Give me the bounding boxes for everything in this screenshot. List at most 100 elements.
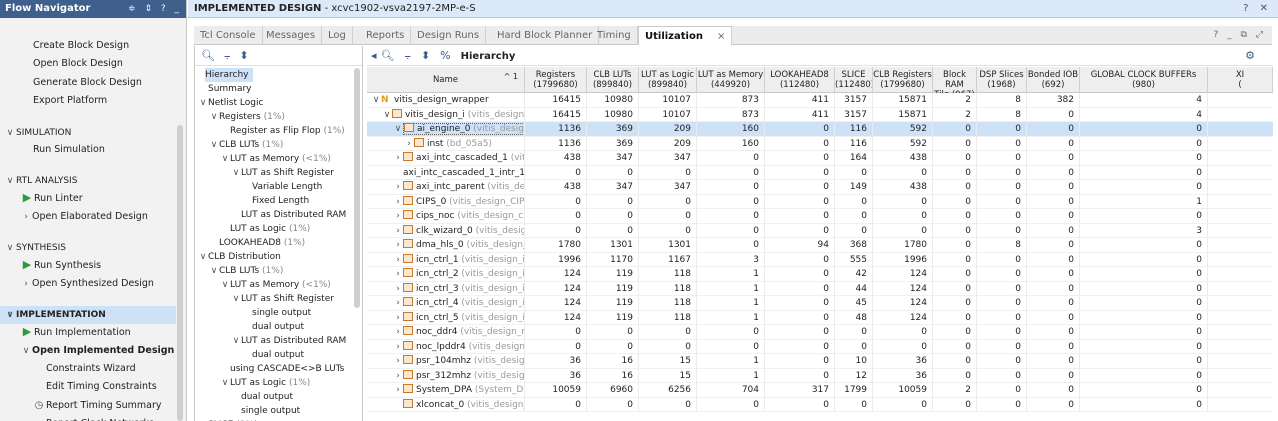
search-icon[interactable]: 🔍︎ bbox=[201, 49, 215, 62]
table-row[interactable]: › inst (bd_05a5) 1136 369 209 160 0 116 592 0 0 0 0 bbox=[367, 136, 1273, 152]
tab-tcl-console[interactable]: Tcl Console bbox=[194, 26, 263, 45]
table-row[interactable]: ›dma_hls_0 (vitis_design_d17801301130109… bbox=[367, 238, 1273, 253]
nav-item-create-block-design[interactable]: Create Block Design bbox=[0, 37, 176, 55]
chevron-down-icon[interactable]: ∨ bbox=[220, 152, 230, 166]
chevron-right-icon[interactable]: › bbox=[393, 238, 403, 253]
run-icon[interactable]: ▶ bbox=[20, 256, 34, 274]
gear-icon[interactable]: ⚙ bbox=[1245, 46, 1255, 66]
chevron-right-icon[interactable]: › bbox=[393, 267, 403, 282]
nav-item-edit-timing-constraints[interactable]: Edit Timing Constraints bbox=[0, 378, 176, 396]
tree-item[interactable]: ∨ LUT as Shift Register bbox=[231, 292, 334, 306]
chevron-right-icon[interactable]: › bbox=[393, 311, 403, 326]
nav-item-open-synthesized-design[interactable]: › Open Synthesized Design bbox=[0, 275, 176, 293]
chevron-right-icon[interactable]: › bbox=[393, 209, 403, 224]
chevron-down-icon[interactable]: ∨ bbox=[382, 108, 392, 123]
nav-section-implementation[interactable]: ∨ IMPLEMENTATION bbox=[0, 306, 176, 324]
chevron-right-icon[interactable]: › bbox=[393, 253, 403, 268]
nav-item-open-elaborated-design[interactable]: › Open Elaborated Design bbox=[0, 208, 176, 226]
chevron-down-icon[interactable]: ∨ bbox=[198, 96, 208, 110]
chevron-right-icon[interactable]: › bbox=[393, 354, 403, 369]
tab-timing[interactable]: Timing bbox=[591, 26, 638, 45]
chevron-down-icon[interactable]: ∨ bbox=[4, 172, 16, 190]
tree-item[interactable]: ∨ LUT as Memory (<1%) bbox=[220, 152, 331, 166]
chevron-down-icon[interactable]: ∨ bbox=[209, 110, 219, 124]
close-icon[interactable]: × bbox=[717, 31, 725, 42]
column-header[interactable]: LUT as Logic (899840) bbox=[639, 67, 697, 93]
table-row[interactable]: ›icn_ctrl_3 (vitis_design_icn12411911810… bbox=[367, 281, 1273, 297]
tree-item[interactable]: LOOKAHEAD8 (1%) bbox=[219, 236, 305, 250]
chevron-down-icon[interactable]: ∨ bbox=[231, 292, 241, 306]
table-row[interactable]: axi_intc_cascaded_1_intr_1 0 0 0 0 0 0 0 0 0 0 0 bbox=[367, 165, 1273, 180]
tree-item[interactable]: ∨ LUT as Shift Register bbox=[231, 166, 334, 180]
percent-icon[interactable]: % bbox=[440, 49, 450, 62]
flow-navigator-controls[interactable]: ≑ ⇕ ? _ bbox=[128, 0, 182, 18]
tree-item[interactable]: ∨ Netlist Logic bbox=[198, 96, 264, 110]
tree-item[interactable]: ∨ CLB Distribution bbox=[198, 250, 281, 264]
tree-item[interactable]: ∨ LUT as Logic (1%) bbox=[220, 376, 311, 390]
expand-all-icon[interactable]: ⬍ bbox=[239, 49, 248, 62]
tree-item[interactable]: ∨ Registers (1%) bbox=[209, 110, 285, 124]
nav-item-report-timing-summary[interactable]: ◷ Report Timing Summary bbox=[0, 397, 176, 415]
table-row[interactable]: ›System_DPA (System_DPA10059696062567043… bbox=[367, 383, 1273, 398]
table-row[interactable]: ›clk_wizard_0 (vitis_design_00000000003 bbox=[367, 223, 1273, 239]
tree-scrollbar[interactable] bbox=[354, 68, 360, 308]
chevron-down-icon[interactable]: ∨ bbox=[4, 124, 16, 142]
panel-title-controls[interactable]: ? ✕ bbox=[1243, 0, 1272, 18]
nav-item-generate-block-design[interactable]: Generate Block Design bbox=[0, 74, 176, 92]
tab-hard-block-planner[interactable]: Hard Block Planner bbox=[491, 26, 600, 45]
chevron-down-icon[interactable]: ∨ bbox=[20, 342, 32, 360]
tab-design-runs[interactable]: Design Runs bbox=[411, 26, 487, 45]
chevron-right-icon[interactable]: › bbox=[393, 325, 403, 340]
column-header[interactable]: LUT as Memory (449920) bbox=[697, 67, 765, 93]
table-row[interactable]: ∨ai_engine_0 (vitis_design_1136369209160… bbox=[367, 122, 1273, 137]
chevron-down-icon[interactable]: ∨ bbox=[231, 166, 241, 180]
table-row[interactable]: ›icn_ctrl_4 (vitis_design_icn12411911810… bbox=[367, 296, 1273, 311]
tree-item[interactable]: dual output bbox=[252, 320, 304, 334]
tab-messages[interactable]: Messages bbox=[260, 26, 323, 45]
chevron-down-icon[interactable]: ∨ bbox=[231, 334, 241, 348]
nav-item-run-linter[interactable]: ▶ Run Linter bbox=[0, 189, 176, 207]
table-row[interactable]: ›psr_312mhz (vitis_design_36161510123600… bbox=[367, 368, 1273, 383]
tree-item[interactable]: dual output bbox=[252, 348, 304, 362]
table-row[interactable]: ›psr_104mhz (vitis_design_36161510103600… bbox=[367, 354, 1273, 369]
table-row[interactable]: ∨ Nvitis_design_wrapper 16415 10980 10107 873… bbox=[367, 93, 1273, 108]
tree-item[interactable]: dual output bbox=[241, 390, 293, 404]
tab-log[interactable]: Log bbox=[322, 26, 353, 45]
collapse-all-icon[interactable]: ⨪ bbox=[405, 49, 411, 62]
column-header[interactable]: Block RAMTile (967) bbox=[933, 67, 977, 93]
nav-item-open-block-design[interactable]: Open Block Design bbox=[0, 55, 176, 73]
chevron-right-icon[interactable]: › bbox=[393, 296, 403, 311]
search-icon[interactable]: 🔍︎ bbox=[381, 49, 395, 62]
chevron-right-icon[interactable]: › bbox=[393, 224, 403, 239]
column-header[interactable]: Bonded IOB (692) bbox=[1027, 67, 1080, 93]
nav-section-simulation[interactable]: ∨ SIMULATION bbox=[0, 124, 176, 142]
table-row[interactable]: ›axi_intc_parent (vitis_desi438347347001… bbox=[367, 180, 1273, 195]
chevron-down-icon[interactable]: ∨ bbox=[198, 250, 208, 264]
column-header[interactable]: XI( bbox=[1208, 67, 1273, 93]
nav-section-synthesis[interactable]: ∨ SYNTHESIS bbox=[0, 239, 176, 257]
tree-item[interactable]: Hierarchy bbox=[205, 68, 253, 82]
table-row[interactable]: ›noc_lpddr4 (vitis_design_r00000000000 bbox=[367, 339, 1273, 354]
table-row[interactable]: ›noc_ddr4 (vitis_design_no00000000000 bbox=[367, 325, 1273, 340]
column-header[interactable]: Name ^ 1 bbox=[367, 67, 525, 93]
chevron-right-icon[interactable]: › bbox=[404, 137, 414, 152]
nav-item-run-implementation[interactable]: ▶ Run Implementation bbox=[0, 323, 176, 341]
chevron-right-icon[interactable]: › bbox=[393, 282, 403, 297]
nav-item-export-platform[interactable]: Export Platform bbox=[0, 92, 176, 110]
tree-item[interactable]: LUT as Logic (1%) bbox=[230, 222, 310, 236]
chevron-down-icon[interactable]: ∨ bbox=[4, 239, 16, 257]
nav-item-run-synthesis[interactable]: ▶ Run Synthesis bbox=[0, 256, 176, 274]
tree-item[interactable]: single output bbox=[252, 306, 311, 320]
tree-item[interactable]: Fixed Length bbox=[252, 194, 309, 208]
tree-item[interactable]: Register as Flip Flop (1%) bbox=[230, 124, 345, 138]
tree-item[interactable]: LUT as Distributed RAM bbox=[241, 208, 346, 222]
tree-item[interactable]: ∨ CLB LUTs (1%) bbox=[209, 138, 284, 152]
sort-ascending-icon[interactable]: ^ 1 bbox=[504, 67, 518, 87]
column-header[interactable]: LOOKAHEAD8 (112480) bbox=[765, 67, 835, 93]
table-row[interactable]: ›icn_ctrl_1 (vitis_design_icn19961170116… bbox=[367, 252, 1273, 268]
tree-item[interactable]: Variable Length bbox=[252, 180, 322, 194]
nav-section-rtl-analysis[interactable]: ∨ RTL ANALYSIS bbox=[0, 172, 176, 190]
table-row[interactable]: ›icn_ctrl_2 (vitis_design_icn12411911810… bbox=[367, 267, 1273, 282]
flow-navigator-scrollbar[interactable] bbox=[177, 125, 183, 421]
tabs-window-controls[interactable]: ? _ ⧉ ⤢ bbox=[1214, 26, 1267, 45]
